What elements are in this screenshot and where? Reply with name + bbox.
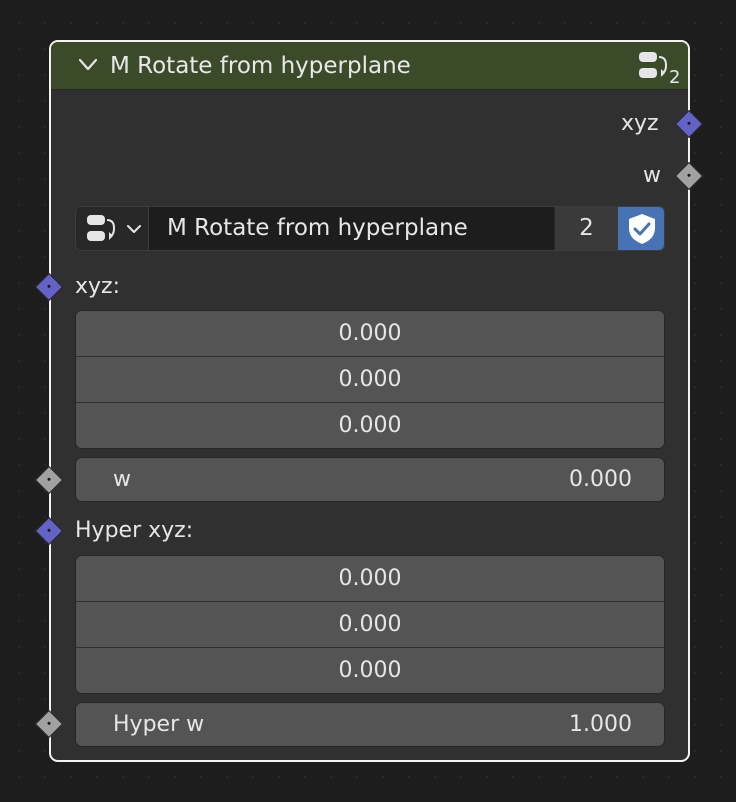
- input-xyz-z-field[interactable]: 0.000: [76, 403, 664, 448]
- input-w-value: 0.000: [569, 467, 632, 492]
- fake-user-toggle[interactable]: [618, 207, 664, 250]
- input-w-socket[interactable]: [34, 465, 64, 495]
- node-frame[interactable]: M Rotate from hyperplane 2 xyz w M Rotat…: [34, 40, 704, 762]
- output-xyz-socket[interactable]: [674, 109, 704, 139]
- chevron-down-icon: [127, 225, 141, 233]
- input-hyper-xyz-socket[interactable]: [34, 516, 64, 546]
- input-hyper-xyz-vector: 0.000 0.000 0.000: [75, 555, 665, 694]
- node-group-icon: [87, 215, 116, 241]
- input-hyper-w-field[interactable]: Hyper w 1.000: [75, 702, 665, 747]
- node-group-icon: [639, 52, 668, 78]
- input-hyper-w-value: 1.000: [569, 712, 632, 737]
- input-xyz-x-field[interactable]: 0.000: [76, 311, 664, 357]
- input-w-field[interactable]: w 0.000: [75, 457, 665, 502]
- input-hyper-w-socket[interactable]: [34, 709, 64, 739]
- input-xyz-vector: 0.000 0.000 0.000: [75, 310, 665, 449]
- output-w-socket[interactable]: [674, 161, 704, 191]
- output-xyz-label: xyz: [621, 111, 659, 136]
- input-hyper-w-label: Hyper w: [113, 712, 205, 737]
- input-xyz-y-field[interactable]: 0.000: [76, 357, 664, 403]
- input-hyper-xyz-z-field[interactable]: 0.000: [76, 648, 664, 693]
- input-w-label: w: [113, 467, 131, 492]
- output-w-label: w: [643, 163, 661, 188]
- node-group-selector[interactable]: M Rotate from hyperplane 2: [75, 206, 665, 251]
- node-group-browse-button[interactable]: [76, 207, 149, 250]
- node-group-name-field[interactable]: M Rotate from hyperplane: [150, 207, 553, 250]
- input-hyper-xyz-x-field[interactable]: 0.000: [76, 556, 664, 602]
- node-title: M Rotate from hyperplane: [110, 53, 411, 79]
- input-hyper-xyz-label: Hyper xyz:: [75, 518, 194, 543]
- shield-check-icon: [629, 214, 655, 244]
- input-hyper-xyz-y-field[interactable]: 0.000: [76, 602, 664, 648]
- input-xyz-socket[interactable]: [34, 272, 64, 302]
- header-user-count: 2: [669, 67, 681, 88]
- node-header[interactable]: M Rotate from hyperplane 2: [51, 42, 688, 90]
- chevron-down-icon[interactable]: [77, 56, 99, 74]
- node-group-users-count[interactable]: 2: [554, 207, 618, 250]
- input-xyz-label: xyz:: [75, 274, 120, 299]
